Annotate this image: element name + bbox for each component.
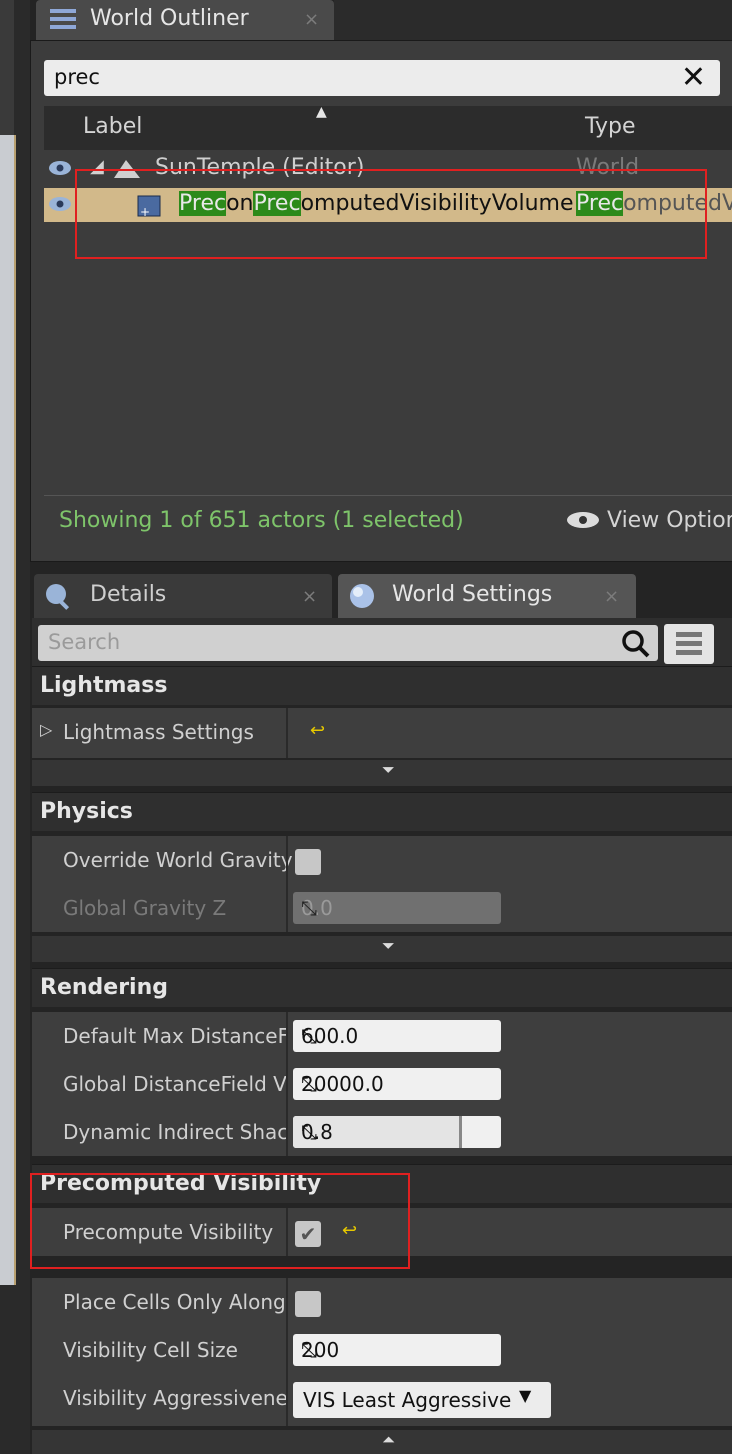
spin-arrows-icon[interactable]: ⤡	[301, 1024, 493, 1048]
grid-icon	[676, 632, 702, 655]
override-world-gravity-checkbox[interactable]	[295, 849, 321, 875]
close-icon[interactable]: ×	[302, 586, 317, 607]
details-search-input[interactable]: Search	[38, 625, 658, 661]
prop-row-dynamic-indirect[interactable]: Dynamic Indirect Shac 0.8 ⤡	[32, 1108, 732, 1156]
tab-details[interactable]: Details ×	[34, 574, 332, 618]
default-max-distance-field[interactable]: 600.0 ⤡	[293, 1020, 501, 1052]
prop-row-override-world-gravity[interactable]: Override World Gravity	[32, 836, 732, 884]
advanced-expander[interactable]: ⏷	[32, 936, 732, 962]
prop-row-visibility-cell-size[interactable]: Visibility Cell Size 200 ⤡	[32, 1326, 732, 1374]
place-cells-checkbox[interactable]	[295, 1291, 321, 1317]
category-lightmass[interactable]: Lightmass	[32, 666, 732, 705]
tab-world-settings[interactable]: World Settings ×	[338, 574, 636, 618]
left-toolbar-edge	[0, 0, 14, 135]
search-value: prec	[54, 65, 100, 89]
visibility-eye-icon[interactable]	[48, 160, 72, 176]
spin-arrows-icon[interactable]: ⤡	[301, 1338, 493, 1362]
advanced-collapser[interactable]: ⏶	[32, 1430, 732, 1454]
dynamic-indirect-slider[interactable]: 0.8 ⤡	[293, 1116, 501, 1148]
sort-ascending-icon: ▲	[316, 104, 327, 120]
tab-bar-empty	[334, 0, 732, 40]
visibility-aggressiveness-dropdown[interactable]: VIS Least Aggressive ▼	[293, 1382, 551, 1418]
viewport-edge	[0, 135, 16, 1285]
actor-count-status: Showing 1 of 651 actors (1 selected)	[59, 508, 464, 533]
spin-arrows-icon[interactable]: ⤡	[301, 896, 493, 920]
close-icon[interactable]: ×	[304, 9, 319, 30]
search-icon	[622, 630, 650, 658]
category-physics[interactable]: Physics	[32, 792, 732, 831]
visibility-cell-size-field[interactable]: 200 ⤡	[293, 1334, 501, 1366]
clear-search-icon[interactable]: ✕	[681, 60, 706, 96]
tab-world-outliner[interactable]: World Outliner ×	[36, 0, 334, 40]
column-type-header[interactable]: Type	[585, 114, 636, 139]
eye-icon	[567, 512, 599, 528]
close-icon[interactable]: ×	[604, 586, 619, 607]
global-distancefield-field[interactable]: 20000.0 ⤡	[293, 1068, 501, 1100]
visibility-eye-icon[interactable]	[48, 196, 72, 212]
prop-row-default-max-distance[interactable]: Default Max DistanceF 600.0 ⤡	[32, 1012, 732, 1060]
expand-arrow-icon[interactable]: ▷	[40, 720, 52, 739]
details-icon	[46, 584, 70, 610]
spin-arrows-icon[interactable]: ⤡	[301, 1120, 493, 1144]
reset-to-default-icon[interactable]: ↩	[310, 720, 325, 741]
annotation-highlight-box	[75, 169, 707, 259]
outliner-search-input[interactable]: prec ✕	[44, 60, 720, 96]
tab-label: World Outliner	[90, 6, 249, 31]
chevron-down-icon: ▼	[519, 1386, 532, 1405]
advanced-expander[interactable]: ⏷	[32, 760, 732, 786]
globe-icon	[350, 584, 374, 608]
spin-arrows-icon[interactable]: ⤡	[301, 1072, 493, 1096]
list-icon	[50, 9, 76, 29]
global-gravity-z-field[interactable]: 0.0 ⤡	[293, 892, 501, 924]
outliner-header: Label ▲ Type	[44, 104, 732, 150]
prop-row-lightmass-settings[interactable]: ▷ Lightmass Settings ↩	[32, 708, 732, 758]
divider	[44, 495, 732, 496]
annotation-highlight-box	[30, 1173, 410, 1269]
prop-row-global-distancefield[interactable]: Global DistanceField V 20000.0 ⤡	[32, 1060, 732, 1108]
prop-row-global-gravity-z[interactable]: Global Gravity Z 0.0 ⤡	[32, 884, 732, 932]
prop-row-visibility-aggressiveness[interactable]: Visibility Aggressivene VIS Least Aggres…	[32, 1374, 732, 1426]
view-options-grid-button[interactable]	[664, 624, 714, 664]
category-rendering[interactable]: Rendering	[32, 968, 732, 1007]
view-options-button[interactable]: View Option	[566, 508, 732, 533]
prop-row-place-cells[interactable]: Place Cells Only Along	[32, 1278, 732, 1326]
column-label-header[interactable]: Label	[83, 114, 142, 139]
